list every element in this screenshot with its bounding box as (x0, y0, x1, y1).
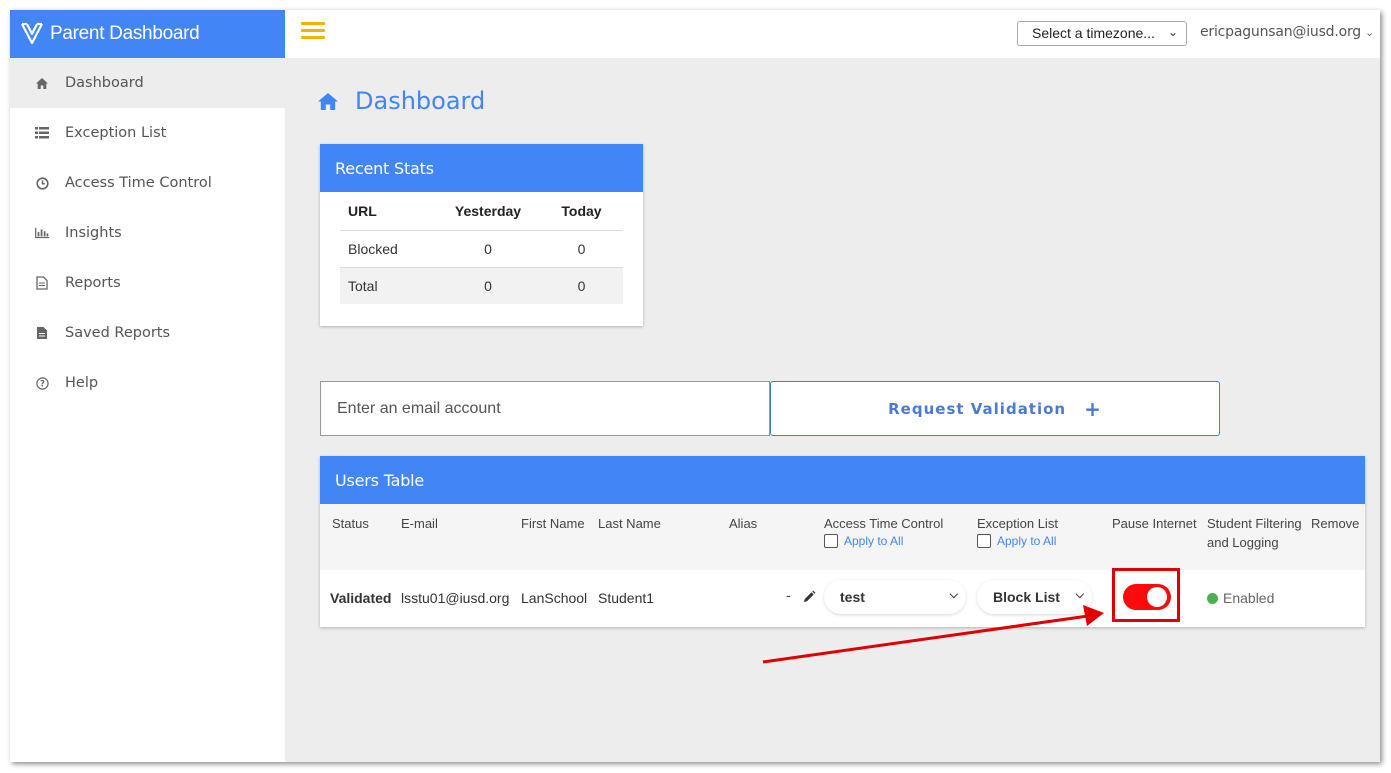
column-header-alias: Alias (729, 516, 758, 531)
chevron-down-icon: ⌄ (1167, 25, 1178, 39)
email-input[interactable] (320, 381, 770, 436)
home-icon (318, 92, 338, 110)
annotation-highlight-box (1112, 568, 1180, 622)
main-content: Dashboard Recent Stats URL Yesterday Tod… (285, 58, 1380, 762)
request-validation-label: Request Validation (888, 399, 1067, 418)
sidebar-item-label: Reports (65, 275, 121, 291)
app-window: Parent Dashboard Select a timezone... ⌄ … (10, 10, 1380, 762)
column-header: Yesterday (454, 202, 522, 219)
apply-to-all-exception-list[interactable]: Apply to All (977, 534, 1056, 548)
list-icon (35, 126, 49, 140)
brand-title: Parent Dashboard (50, 23, 200, 44)
sidebar-item-help[interactable]: ? Help (10, 358, 285, 408)
alias-cell: - (786, 587, 791, 603)
table-cell: Total (340, 266, 436, 304)
sidebar-item-label: Exception List (65, 125, 167, 141)
top-bar: Select a timezone... ⌄ ericpagunsan@iusd… (285, 10, 1380, 58)
help-icon: ? (35, 376, 49, 390)
apply-to-all-access-time[interactable]: Apply to All (824, 534, 903, 548)
column-header-email: E-mail (401, 516, 438, 531)
chevron-down-icon: ⌄ (1364, 26, 1374, 39)
plus-icon: + (1084, 396, 1102, 421)
column-header-last-name: Last Name (598, 516, 661, 531)
column-header-first-name: First Name (521, 516, 585, 531)
sidebar: Dashboard Exception List Access Time Con… (10, 58, 285, 762)
timezone-selected-value: Select a timezone... (1032, 25, 1155, 41)
column-header-access-time-control: Access Time Control (824, 516, 944, 531)
first-name-cell: LanSchool (521, 590, 588, 606)
table-cell: 0 (540, 266, 623, 304)
user-email-cell: lsstu01@iusd.org (401, 590, 510, 606)
column-header: URL (348, 202, 377, 219)
apply-to-all-checkbox[interactable] (824, 534, 838, 548)
column-header-status: Status (332, 516, 369, 531)
edit-pencil-icon[interactable] (802, 590, 816, 604)
user-menu[interactable]: ericpagunsan@iusd.org ⌄ (1200, 24, 1374, 40)
sidebar-item-label: Saved Reports (65, 325, 171, 341)
page-title: Dashboard (317, 87, 485, 115)
student-filtering-status: Enabled (1207, 590, 1274, 606)
saved-document-icon (35, 326, 49, 340)
sidebar-item-label: Dashboard (65, 75, 144, 91)
chevron-down-icon: ⌵ (1075, 589, 1084, 601)
apply-to-all-label: Apply to All (997, 534, 1057, 548)
access-time-control-select[interactable]: test ⌵ (824, 580, 966, 614)
recent-stats-table: URL Yesterday Today Blocked 0 0 Total 0 … (340, 192, 623, 304)
document-icon (35, 276, 49, 290)
column-header-remove: Remove (1311, 516, 1360, 531)
parent-dashboard-logo (21, 22, 43, 45)
sidebar-item-exception-list[interactable]: Exception List (10, 108, 285, 158)
sidebar-item-label: Insights (65, 225, 122, 241)
bar-chart-icon (35, 226, 49, 240)
column-header-line: Student Filtering (1207, 516, 1302, 531)
table-cell: 0 (436, 266, 540, 304)
sidebar-item-reports[interactable]: Reports (10, 258, 285, 308)
table-row: Total 0 0 (340, 266, 623, 304)
column-header-line: and Logging (1207, 535, 1279, 550)
column-header-pause-internet: Pause Internet (1112, 516, 1197, 531)
apply-to-all-checkbox[interactable] (977, 534, 991, 548)
sidebar-item-saved-reports[interactable]: Saved Reports (10, 308, 285, 358)
column-header: Today (561, 202, 602, 219)
request-validation-button[interactable]: Request Validation + (770, 381, 1220, 436)
user-email: ericpagunsan@iusd.org (1200, 24, 1361, 40)
svg-text:?: ? (40, 379, 45, 389)
column-header-exception-list: Exception List (977, 516, 1058, 531)
apply-to-all-label: Apply to All (844, 534, 904, 548)
brand-bar[interactable]: Parent Dashboard (10, 10, 285, 58)
exception-list-value: Block List (993, 589, 1060, 605)
table-cell: Blocked (340, 229, 436, 267)
users-table-header: Users Table (320, 456, 1365, 504)
sidebar-item-access-time-control[interactable]: Access Time Control (10, 158, 285, 208)
student-filtering-value: Enabled (1223, 590, 1275, 606)
column-header-student-filtering: Student Filtering and Logging (1207, 514, 1302, 552)
status-dot-icon (1207, 593, 1218, 604)
page-title-text: Dashboard (355, 87, 486, 115)
timezone-select[interactable]: Select a timezone... ⌄ (1017, 21, 1187, 46)
table-cell: 0 (436, 229, 540, 267)
status-badge: Validated (330, 590, 392, 606)
home-icon (35, 76, 49, 90)
clock-icon (35, 176, 49, 190)
recent-stats-card: Recent Stats URL Yesterday Today Blocked… (320, 144, 643, 326)
table-header-row: URL Yesterday Today (340, 192, 623, 230)
recent-stats-header: Recent Stats (320, 144, 643, 192)
exception-list-select[interactable]: Block List ⌵ (977, 580, 1092, 614)
sidebar-item-dashboard[interactable]: Dashboard (10, 58, 285, 108)
users-table-card: Users Table Status E-mail First Name Las… (320, 456, 1365, 627)
sidebar-item-insights[interactable]: Insights (10, 208, 285, 258)
sidebar-item-label: Access Time Control (65, 175, 212, 191)
table-cell: 0 (540, 229, 623, 267)
sidebar-item-label: Help (65, 375, 99, 391)
chevron-down-icon: ⌵ (949, 589, 958, 601)
last-name-cell: Student1 (598, 590, 655, 606)
access-time-control-value: test (840, 589, 865, 605)
hamburger-icon[interactable] (301, 22, 325, 42)
table-row: Blocked 0 0 (340, 229, 623, 267)
